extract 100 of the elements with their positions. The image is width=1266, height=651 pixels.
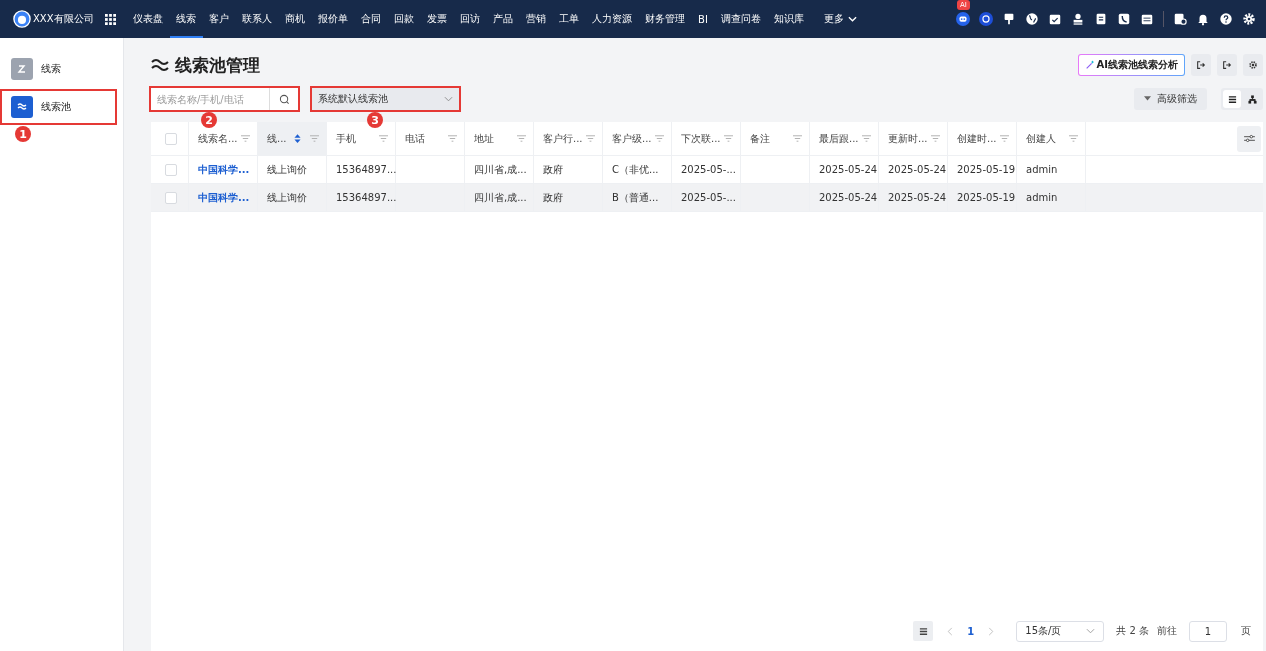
page-title: 线索池管理 <box>175 53 260 77</box>
export-button[interactable] <box>1217 54 1237 76</box>
select-all-checkbox[interactable] <box>165 132 177 145</box>
sort-icon[interactable] <box>294 134 301 143</box>
apps-grid-icon[interactable] <box>104 13 116 25</box>
callout-number: 2 <box>201 112 217 128</box>
search-icon[interactable] <box>278 93 290 105</box>
table-cell: 15364897... <box>336 164 397 175</box>
table-cell: 15364897... <box>336 192 397 203</box>
export-icon <box>1222 60 1232 70</box>
nav-tab[interactable]: 工单 <box>552 0 586 38</box>
nav-tab[interactable]: 产品 <box>486 0 520 38</box>
table-cell: 四川省,成... <box>474 162 527 177</box>
sidebar-item[interactable]: 线索 <box>2 53 115 85</box>
nav-tab[interactable]: 联系人 <box>235 0 279 38</box>
table-cell: 2025-05-19 <box>957 164 1016 175</box>
table-cell: 政府 <box>543 162 563 177</box>
nav-tab[interactable]: 财务管理 <box>638 0 692 38</box>
stamp-icon[interactable] <box>1071 12 1085 26</box>
nav-tab[interactable]: BI <box>691 0 715 38</box>
column-label: 备注 <box>750 131 770 146</box>
document-icon[interactable] <box>1094 12 1108 26</box>
column-label: 客户行... <box>543 131 583 146</box>
column-label: 最后跟... <box>819 131 859 146</box>
column-label: 线... <box>267 131 287 146</box>
table-cell: 2025-05-24 <box>888 192 947 203</box>
bell-icon[interactable] <box>1196 12 1210 26</box>
import-button[interactable] <box>1191 54 1211 76</box>
nav-tab[interactable]: 回访 <box>453 0 487 38</box>
search-field[interactable]: 线索名称/手机/电话 <box>151 88 269 110</box>
settings-icon[interactable] <box>1242 12 1256 26</box>
total-count: 共 2 条 <box>1116 624 1149 638</box>
page-number[interactable]: 1 <box>967 625 975 637</box>
ai-analysis-button[interactable]: AI线索池线索分析 <box>1077 54 1185 76</box>
waves-icon <box>16 101 28 113</box>
nav-tab[interactable]: 商机 <box>278 0 312 38</box>
settings-icon <box>1248 60 1258 70</box>
waves-icon <box>151 58 169 72</box>
table-cell: 四川省,成... <box>474 190 527 205</box>
column-label: 地址 <box>474 131 494 146</box>
calendar-icon[interactable] <box>1140 12 1154 26</box>
chat-icon[interactable] <box>979 12 993 26</box>
page-unit: 页 <box>1241 624 1251 638</box>
table-cell: 政府 <box>543 190 563 205</box>
column-label: 创建时... <box>957 131 997 146</box>
table-cell: 线上询价 <box>267 190 307 205</box>
table-cell: 2025-05-... <box>681 164 736 175</box>
page-size-select[interactable]: 15条/页 <box>1016 620 1105 642</box>
column-label: 客户级... <box>612 131 652 146</box>
table-cell: 2025-05-24 <box>819 164 878 175</box>
row-checkbox[interactable] <box>165 191 177 204</box>
page-size-value: 15条/页 <box>1025 624 1062 638</box>
magic-wand-icon <box>1084 60 1095 70</box>
table-cell: C（非优... <box>612 162 659 177</box>
schedule-icon[interactable] <box>1173 12 1187 26</box>
nav-tab[interactable]: 调查问卷 <box>714 0 768 38</box>
nav-tab[interactable]: 回款 <box>387 0 421 38</box>
nav-tab[interactable]: 客户 <box>202 0 236 38</box>
lead-name-link[interactable]: 中国科学... <box>198 162 250 177</box>
table-cell: 2025-05-19 <box>957 192 1016 203</box>
nav-tab[interactable]: 人力资源 <box>585 0 639 38</box>
import-icon <box>1196 60 1206 70</box>
table-cell: B（普通... <box>612 190 659 205</box>
table-row[interactable]: 中国科学... 线上询价 15364897... 四川省,成... 政府 B（普通... 2025-05-... 2025-05-24 2025-05-24 2025-05-19 admin <box>151 184 1263 212</box>
list-icon <box>918 626 928 636</box>
goto-label: 前往 <box>1157 624 1177 638</box>
help-icon[interactable] <box>1219 12 1233 26</box>
lead-name-link[interactable]: 中国科学... <box>198 190 250 205</box>
table-cell: 2025-05-24 <box>888 164 947 175</box>
calendar-check-icon[interactable] <box>1048 12 1062 26</box>
hierarchy-icon <box>1247 94 1257 104</box>
table-cell: 2025-05-... <box>681 192 736 203</box>
nav-tab[interactable]: 发票 <box>420 0 454 38</box>
nav-tab[interactable]: 线索 <box>169 0 203 38</box>
column-label: 下次联... <box>681 131 721 146</box>
brush-icon[interactable] <box>1002 12 1016 26</box>
row-checkbox[interactable] <box>165 163 177 176</box>
callout-number: 1 <box>15 126 31 142</box>
column-label: 手机 <box>336 131 356 146</box>
robot-icon[interactable] <box>956 12 970 26</box>
goto-page-field[interactable]: 1 <box>1189 620 1227 642</box>
sliders-icon <box>1243 134 1255 143</box>
nav-tab[interactable]: 营销 <box>519 0 553 38</box>
chevron-down-icon <box>847 16 857 22</box>
settings-button[interactable] <box>1243 54 1263 76</box>
advanced-filter-button[interactable]: 高级筛选 <box>1134 88 1207 110</box>
nav-tab[interactable]: 合同 <box>354 0 388 38</box>
column-label: 创建人 <box>1026 131 1056 146</box>
phone-icon[interactable] <box>1117 12 1131 26</box>
nav-tab[interactable]: 仪表盘 <box>126 0 170 38</box>
lead-icon <box>16 63 28 75</box>
nav-tab[interactable]: 报价单 <box>311 0 355 38</box>
more-menu[interactable]: 更多 <box>817 0 864 38</box>
filter-icon <box>1144 96 1151 102</box>
column-label: 线索名... <box>198 131 238 146</box>
column-label: 更新时... <box>888 131 928 146</box>
list-button[interactable] <box>913 621 934 641</box>
list-view-button[interactable] <box>1223 90 1241 108</box>
column-settings-button[interactable] <box>1237 125 1261 152</box>
nav-tab[interactable]: 知识库 <box>767 0 811 38</box>
